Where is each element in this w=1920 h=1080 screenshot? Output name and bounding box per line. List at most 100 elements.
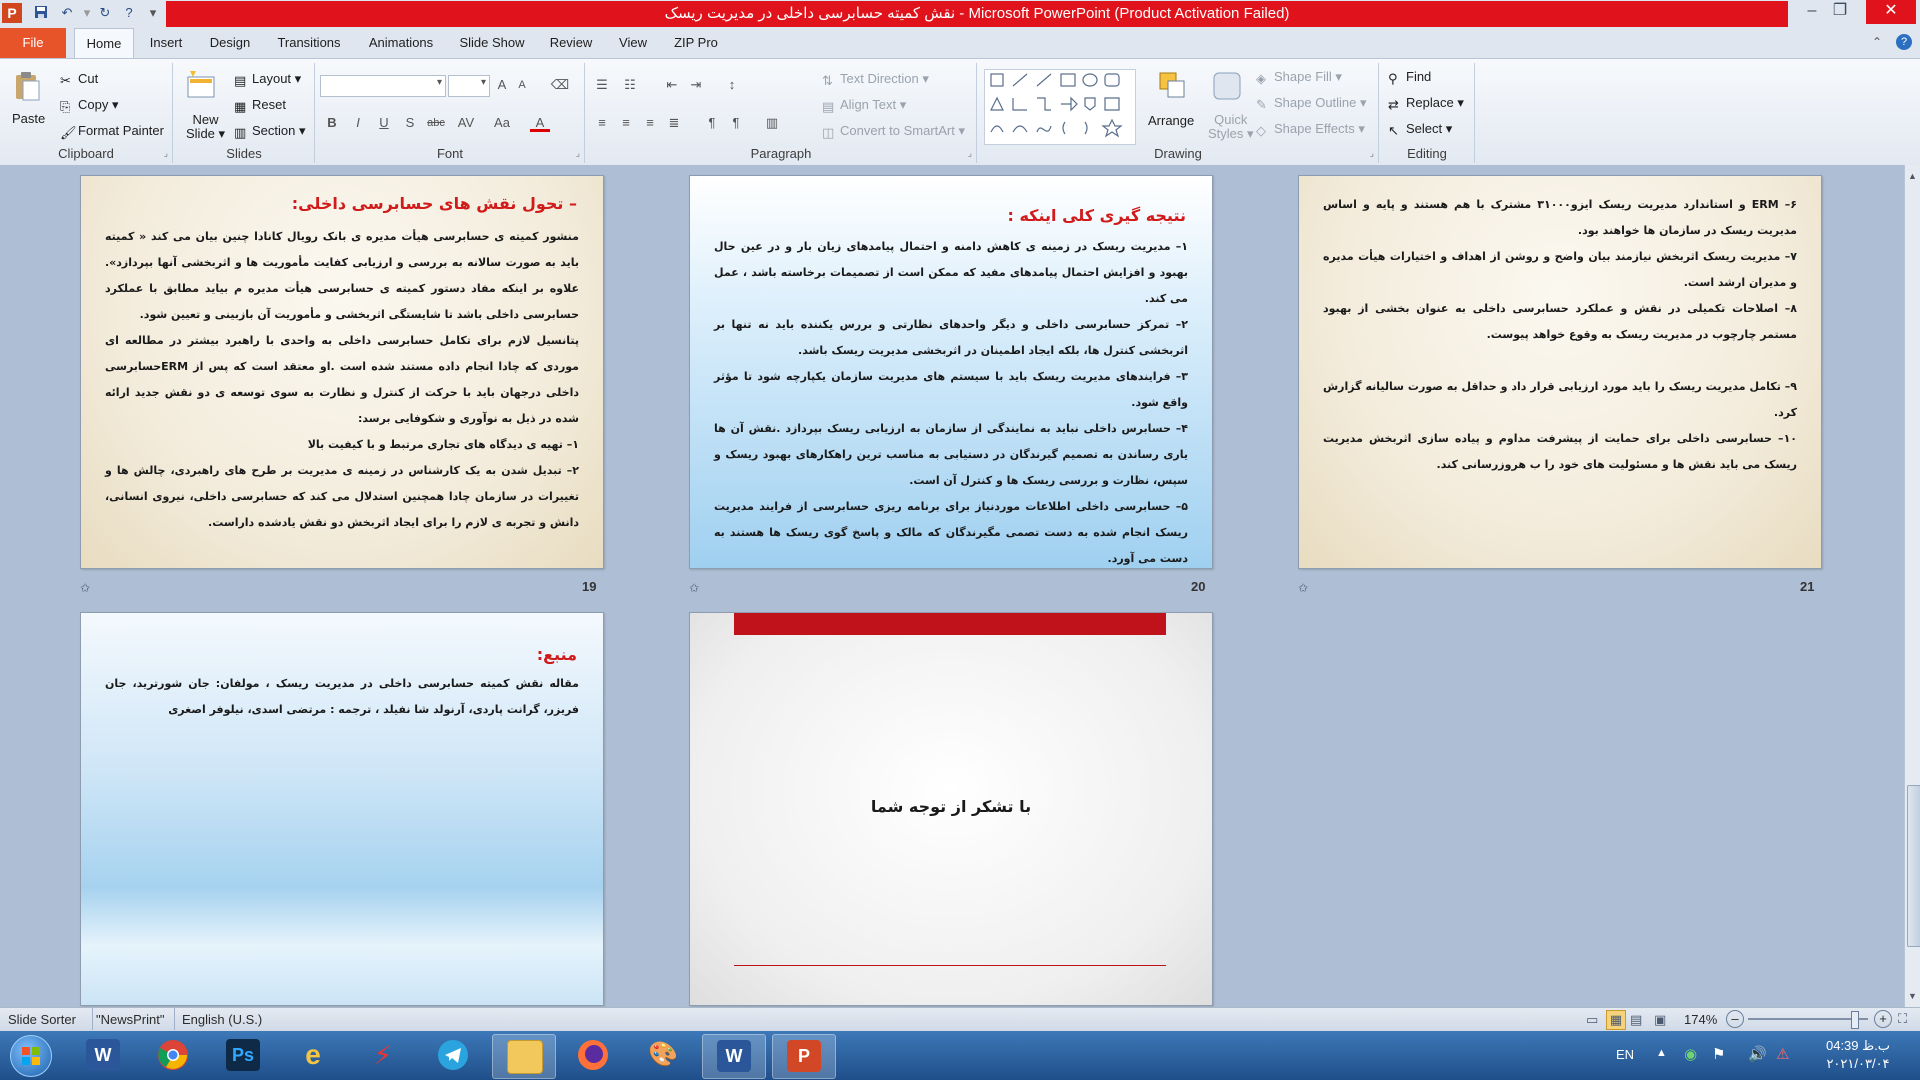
minimize-ribbon-icon[interactable]: ⌃ (1872, 35, 1882, 49)
paste-icon[interactable] (10, 69, 44, 103)
slide-transition-icon[interactable]: ✩ (1298, 581, 1308, 595)
align-center-icon[interactable]: ≡ (616, 113, 636, 133)
vertical-scrollbar[interactable]: ▲ ▼ (1904, 165, 1920, 1007)
slide-thumbnail-22[interactable]: منبع: مقاله نقش کمیته حسابرسی داخلی در م… (80, 612, 604, 1006)
status-language[interactable]: English (U.S.) (182, 1012, 262, 1027)
shapes-gallery[interactable] (984, 69, 1136, 145)
normal-view-icon[interactable]: ▭ (1586, 1012, 1598, 1028)
customize-toolbar-icon[interactable]: ▾ (144, 4, 162, 22)
font-size-combo[interactable]: ▾ (448, 75, 490, 97)
copy-button[interactable]: ⎘ Copy ▾ (60, 97, 119, 114)
slideshow-view-icon[interactable]: ▣ (1654, 1012, 1666, 1028)
new-slide-button[interactable]: New Slide ▾ (186, 113, 225, 141)
align-left-icon[interactable]: ≡ (592, 113, 612, 133)
taskbar-paint[interactable]: 🎨 (632, 1034, 694, 1077)
select-button[interactable]: ↖ Select ▾ (1388, 121, 1452, 138)
powerpoint-app-icon[interactable]: P (2, 3, 22, 23)
quick-styles-icon[interactable] (1210, 69, 1244, 103)
shape-outline-button[interactable]: ✎ Shape Outline ▾ (1256, 95, 1367, 112)
tab-zip-pro[interactable]: ZIP Pro (666, 28, 726, 58)
tab-slide-show[interactable]: Slide Show (454, 28, 530, 58)
clipboard-launcher-icon[interactable]: ⌟ (164, 148, 168, 159)
shape-effects-button[interactable]: ◇ Shape Effects ▾ (1256, 121, 1365, 138)
shape-fill-button[interactable]: ◈ Shape Fill ▾ (1256, 69, 1342, 86)
find-button[interactable]: ⚲ Find (1388, 69, 1431, 86)
fit-to-window-icon[interactable]: ⛶ (1898, 1011, 1907, 1027)
bold-button[interactable]: B (322, 113, 342, 133)
ltr-icon[interactable]: ¶ (702, 113, 722, 133)
convert-smartart-button[interactable]: ◫ Convert to SmartArt ▾ (822, 123, 965, 140)
save-icon[interactable] (32, 4, 50, 22)
shadow-button[interactable]: S (400, 113, 420, 133)
italic-button[interactable]: I (348, 113, 368, 133)
shrink-font-button[interactable]: A (512, 75, 532, 95)
action-center-icon[interactable]: ⚑ (1712, 1045, 1725, 1063)
tab-insert[interactable]: Insert (140, 28, 192, 58)
bullets-icon[interactable]: ☰ (592, 75, 612, 95)
replace-button[interactable]: ⇄ Replace ▾ (1388, 95, 1464, 112)
character-spacing-icon[interactable]: AV (456, 113, 476, 133)
tab-review[interactable]: Review (542, 28, 600, 58)
font-color-button[interactable]: A (530, 113, 550, 132)
align-text-button[interactable]: ▤ Align Text ▾ (822, 97, 906, 114)
font-launcher-icon[interactable]: ⌟ (576, 148, 580, 159)
line-spacing-icon[interactable]: ↕ (722, 75, 742, 95)
change-case-button[interactable]: Aa (492, 113, 512, 133)
taskbar-file-explorer[interactable] (492, 1034, 556, 1079)
format-painter-button[interactable]: 🖌Format Painter (60, 123, 164, 140)
redo-icon[interactable]: ↻ (96, 4, 114, 22)
zoom-in-icon[interactable]: + (1874, 1010, 1892, 1028)
maximize-button[interactable]: ❐ (1820, 0, 1860, 24)
scroll-thumb[interactable] (1907, 785, 1920, 947)
help-icon[interactable]: ? (1896, 34, 1912, 50)
undo-dropdown-icon[interactable]: ▾ (78, 4, 96, 22)
tab-home[interactable]: Home (74, 28, 134, 59)
zoom-slider[interactable] (1748, 1011, 1868, 1029)
arrange-icon[interactable] (1156, 69, 1190, 103)
slide-thumbnail-20[interactable]: نتیجه گیری کلی اینکه : ۱– مدیریت ریسک در… (689, 175, 1213, 569)
taskbar-word[interactable]: W (72, 1034, 134, 1077)
taskbar-telegram[interactable] (422, 1034, 484, 1077)
quick-styles-button[interactable]: Quick Styles ▾ (1208, 113, 1254, 141)
tab-animations[interactable]: Animations (360, 28, 442, 58)
slide-transition-icon[interactable]: ✩ (689, 581, 699, 595)
rtl-icon[interactable]: ¶ (726, 113, 746, 133)
slide-sorter-view-icon[interactable]: ▦ (1606, 1010, 1626, 1030)
slide-transition-icon[interactable]: ✩ (80, 581, 90, 595)
slide-thumbnail-21[interactable]: ۶– ERM و استاندارد مدیریت ریسک ایزو۳۱۰۰۰… (1298, 175, 1822, 569)
zoom-slider-thumb[interactable] (1850, 1011, 1859, 1029)
paragraph-launcher-icon[interactable]: ⌟ (968, 148, 972, 159)
new-slide-icon[interactable] (184, 69, 218, 103)
tab-file[interactable]: File (0, 28, 66, 58)
layout-button[interactable]: ▤ Layout ▾ (234, 71, 301, 88)
taskbar-photoshop[interactable]: Ps (212, 1034, 274, 1077)
text-direction-button[interactable]: ⇅ Text Direction ▾ (822, 71, 929, 88)
taskbar-flash[interactable]: ⚡ (352, 1034, 414, 1077)
section-button[interactable]: ▥ Section ▾ (234, 123, 306, 140)
taskbar-powerpoint-active[interactable]: P (772, 1034, 836, 1079)
arrange-button[interactable]: Arrange (1148, 113, 1194, 128)
drawing-launcher-icon[interactable]: ⌟ (1370, 148, 1374, 159)
taskbar-chrome[interactable] (142, 1034, 204, 1077)
close-button[interactable]: ✕ (1866, 0, 1916, 24)
numbering-icon[interactable]: ☷ (620, 75, 640, 95)
underline-button[interactable]: U (374, 113, 394, 133)
grow-font-button[interactable]: A (492, 75, 512, 95)
tab-transitions[interactable]: Transitions (270, 28, 348, 58)
customize-help-icon[interactable]: ? (120, 4, 138, 22)
justify-icon[interactable]: ≣ (664, 113, 684, 133)
decrease-indent-icon[interactable]: ⇤ (662, 75, 682, 95)
slide-thumbnail-23[interactable]: با تشکر از توجه شما (689, 612, 1213, 1006)
taskbar-word-active[interactable]: W (702, 1034, 766, 1079)
cut-button[interactable]: ✂ Cut (60, 71, 98, 88)
taskbar-internet-explorer[interactable]: e (282, 1034, 344, 1077)
input-language[interactable]: EN (1616, 1047, 1634, 1062)
start-button[interactable] (10, 1035, 52, 1077)
volume-icon[interactable]: 🔊 (1748, 1045, 1767, 1063)
show-hidden-icons[interactable]: ▲ (1656, 1047, 1667, 1059)
tab-view[interactable]: View (612, 28, 654, 58)
strikethrough-button[interactable]: abc (426, 113, 446, 133)
zoom-out-icon[interactable]: – (1726, 1010, 1744, 1028)
taskbar-firefox[interactable] (562, 1034, 624, 1077)
slide-sorter-pane[interactable]: – تحول نقش های حسابرسی داخلی: منشور کمیت… (0, 165, 1904, 1007)
